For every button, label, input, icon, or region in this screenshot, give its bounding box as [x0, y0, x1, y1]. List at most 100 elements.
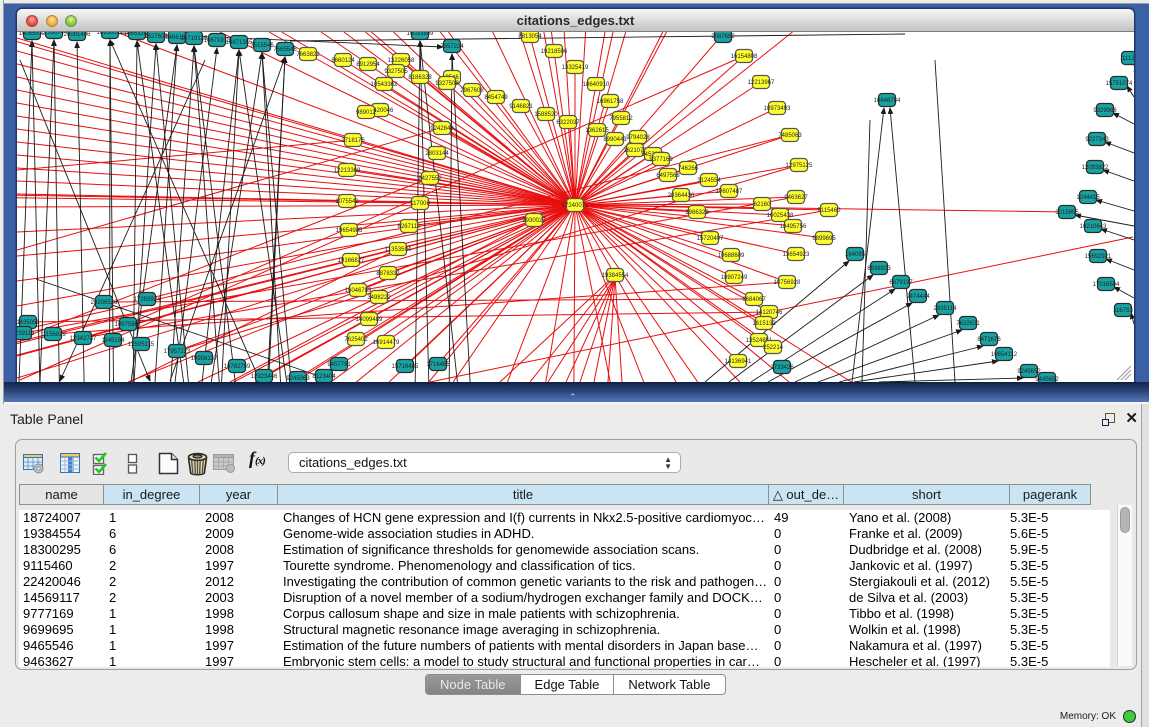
svg-text:7565546: 7565546	[273, 47, 297, 53]
svg-text:1733426: 1733426	[770, 365, 794, 371]
svg-text:16914479: 16914479	[373, 340, 400, 346]
svg-text:10025438: 10025438	[767, 213, 794, 219]
svg-text:3124554: 3124554	[697, 178, 721, 184]
svg-text:10973493: 10973493	[764, 106, 791, 112]
svg-text:7955812: 7955812	[609, 116, 633, 122]
svg-text:2087682: 2087682	[711, 34, 735, 40]
svg-text:9245652: 9245652	[1017, 369, 1041, 375]
svg-text:10654112: 10654112	[991, 352, 1018, 358]
svg-text:6679197: 6679197	[889, 280, 913, 286]
svg-text:18236027: 18236027	[97, 32, 124, 36]
svg-text:8123404: 8123404	[312, 374, 336, 380]
svg-text:6322037: 6322037	[556, 120, 580, 126]
svg-text:9146821: 9146821	[509, 104, 533, 110]
svg-text:18907249: 18907249	[721, 275, 748, 281]
svg-text:14120746: 14120746	[756, 310, 783, 316]
svg-text:9463627: 9463627	[784, 195, 808, 201]
svg-text:8912954: 8912954	[356, 62, 380, 68]
svg-text:1362615: 1362615	[585, 128, 609, 134]
svg-text:19166827: 19166827	[338, 258, 365, 264]
svg-text:11125: 11125	[1122, 56, 1134, 62]
svg-text:2986322: 2986322	[685, 210, 709, 216]
svg-text:9377169: 9377169	[649, 157, 673, 163]
svg-text:10975867: 10975867	[115, 322, 142, 328]
svg-text:117006: 117006	[410, 201, 430, 207]
svg-text:7357224: 7357224	[440, 44, 464, 50]
svg-text:164095: 164095	[845, 252, 866, 258]
svg-text:16033809: 16033809	[407, 32, 434, 37]
svg-text:8660124: 8660124	[331, 58, 355, 64]
svg-text:8938923: 8938923	[867, 266, 891, 272]
svg-text:1145194: 1145194	[102, 338, 126, 344]
svg-text:7625402: 7625402	[344, 337, 368, 343]
svg-text:13325419: 13325419	[562, 65, 589, 71]
svg-text:3215955: 3215955	[1055, 210, 1079, 216]
svg-text:15720407: 15720407	[697, 236, 724, 242]
svg-text:252214: 252214	[763, 345, 784, 351]
svg-text:14136941: 14136941	[725, 359, 752, 365]
svg-text:2718176: 2718176	[341, 138, 365, 144]
svg-text:1615132: 1615132	[752, 321, 776, 327]
svg-text:116753: 116753	[1113, 308, 1133, 314]
svg-text:6497568: 6497568	[656, 173, 680, 179]
svg-text:18495756: 18495756	[780, 224, 807, 230]
svg-text:9474444: 9474444	[906, 294, 930, 300]
svg-text:8878332: 8878332	[376, 271, 400, 277]
svg-text:2935114: 2935114	[934, 306, 958, 312]
svg-text:9115460: 9115460	[818, 208, 842, 214]
svg-text:20364436: 20364436	[668, 193, 695, 199]
svg-text:6899695: 6899695	[812, 236, 836, 242]
svg-text:10958137: 10958137	[191, 356, 218, 362]
svg-text:17016504: 17016504	[1093, 282, 1120, 288]
svg-text:8813054: 8813054	[518, 34, 542, 40]
svg-text:14099489: 14099489	[356, 317, 383, 323]
svg-text:15751074: 15751074	[1106, 81, 1133, 87]
svg-text:11353594: 11353594	[385, 247, 412, 253]
svg-text:2967608: 2967608	[460, 88, 484, 94]
svg-text:12505115: 12505115	[128, 342, 155, 348]
svg-text:10210643: 10210643	[1080, 224, 1107, 230]
svg-text:62160: 62160	[754, 202, 771, 208]
svg-text:1075542: 1075542	[335, 199, 359, 205]
svg-text:9794028: 9794028	[626, 135, 650, 141]
svg-text:8427552: 8427552	[418, 176, 442, 182]
svg-text:1239113: 1239113	[17, 331, 35, 337]
svg-text:9327508: 9327508	[435, 81, 459, 87]
svg-text:1244415: 1244415	[1076, 195, 1100, 201]
svg-text:15716485: 15716485	[392, 364, 419, 370]
svg-text:9245063: 9245063	[286, 376, 310, 382]
svg-text:8186328: 8186328	[408, 75, 432, 81]
svg-text:17240071: 17240071	[562, 203, 589, 209]
svg-text:16046789: 16046789	[345, 288, 372, 294]
svg-text:9327505: 9327505	[384, 69, 408, 75]
svg-text:1588520: 1588520	[534, 112, 558, 118]
svg-text:7485063: 7485063	[778, 133, 802, 139]
svg-text:12213369: 12213369	[334, 168, 361, 174]
svg-text:9329966: 9329966	[1093, 108, 1117, 114]
svg-text:8454749: 8454749	[484, 95, 508, 101]
svg-text:2803144: 2803144	[425, 151, 449, 157]
svg-text:17957223: 17957223	[164, 349, 191, 355]
svg-text:19218506: 19218506	[541, 49, 568, 55]
svg-text:3498222: 3498222	[367, 295, 391, 301]
svg-text:7632621: 7632621	[956, 321, 980, 327]
svg-text:12342737: 12342737	[70, 336, 97, 342]
svg-text:15692921: 15692921	[1085, 254, 1112, 260]
svg-text:2930027: 2930027	[522, 218, 546, 224]
svg-text:12213967: 12213967	[748, 80, 775, 86]
svg-text:12923446: 12923446	[251, 374, 278, 380]
svg-text:8267110: 8267110	[398, 224, 422, 230]
svg-text:10543362: 10543362	[371, 82, 398, 88]
svg-text:20091406: 20091406	[64, 32, 91, 38]
svg-text:16648784: 16648784	[874, 98, 901, 104]
svg-text:7663822: 7663822	[296, 52, 320, 58]
svg-text:9457791: 9457791	[327, 362, 351, 368]
svg-text:13226058: 13226058	[388, 58, 415, 64]
svg-text:10688609: 10688609	[718, 253, 745, 259]
svg-text:19654985: 19654985	[336, 228, 363, 234]
svg-text:11156829: 11156829	[40, 332, 66, 338]
svg-text:8471676: 8471676	[977, 337, 1001, 343]
svg-text:18640910: 18640910	[583, 82, 610, 88]
svg-text:20206526: 20206526	[91, 300, 118, 306]
svg-text:12093822: 12093822	[1082, 165, 1109, 171]
